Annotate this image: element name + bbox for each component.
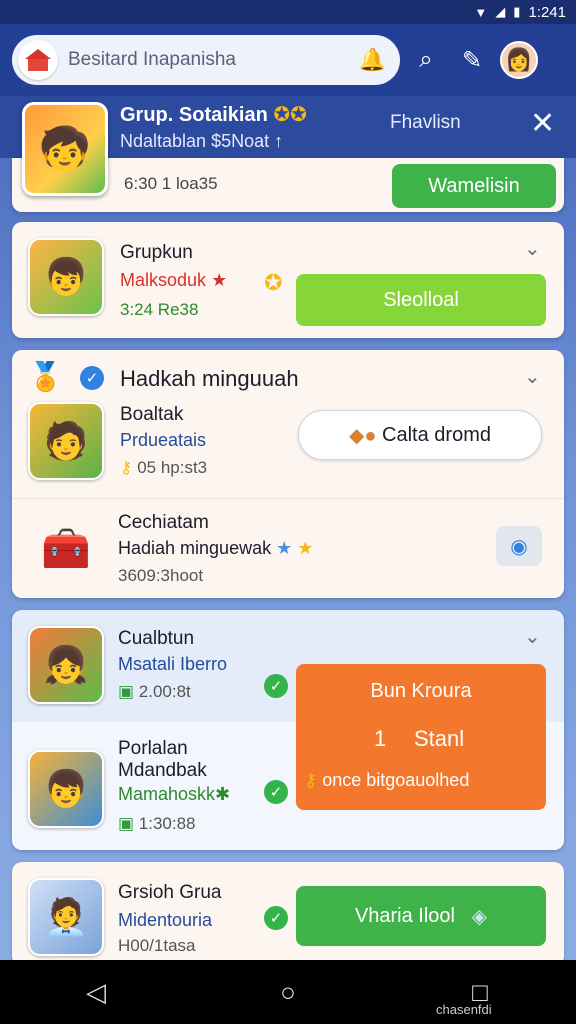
game-subtitle: Prdueatais [120, 430, 207, 450]
join-button[interactable]: Vharia Ilool ◈ [296, 886, 546, 946]
wifi-icon: ▼ [474, 4, 488, 20]
promo-count: 1 [374, 726, 387, 751]
game-meta: ▣ 2.00:8t [118, 682, 191, 701]
reward-name: Cechiatam [118, 512, 209, 533]
game-name: Porlalan [118, 738, 188, 759]
game-meta: 6:30 1 loa35 [124, 174, 218, 193]
battery-icon: ▮ [513, 4, 521, 19]
game-name: Cualbtun [118, 628, 195, 649]
search-icon[interactable]: ⌕ [406, 46, 446, 74]
game-thumbnail[interactable]: 🧑‍💼 [28, 878, 104, 956]
close-icon[interactable]: ✕ [530, 106, 555, 141]
back-icon[interactable]: ◁ [66, 977, 126, 1008]
arrow-up-icon: ↑ [274, 131, 284, 151]
game-subtitle: Malksoduk ★ [120, 270, 228, 290]
reward-action-button[interactable]: ◉ [496, 526, 542, 566]
game-meta: ⚷ 05 hp:st3 [120, 458, 208, 477]
check-icon: ✓ [264, 906, 288, 930]
chest-icon: 🧰 [41, 526, 91, 571]
game-thumbnail[interactable]: 👦 [28, 238, 104, 316]
game-name: Grupkun [120, 242, 193, 263]
promo-action[interactable]: Stanl [414, 726, 464, 752]
chevron-down-icon[interactable]: ⌄ [524, 364, 541, 389]
ticket-icon: ▣ [118, 814, 135, 833]
status-time: 1:241 [528, 3, 566, 21]
verified-icon: ✓ [80, 366, 104, 390]
game-thumbnail[interactable]: 👦 [28, 750, 104, 828]
nav-caption: chasenfdi [436, 1002, 492, 1017]
tools-icon[interactable]: ✎ [452, 46, 492, 75]
stars-icon: ✪✪ [273, 104, 307, 126]
banner-subtitle: Ndaltablan $5Noat ↑ [120, 131, 284, 151]
section-title: Hadkah minguuah [120, 366, 299, 391]
game-card-5: 🧑‍💼 Grsioh Grua Midentouria H00/1tasa ✓ … [12, 862, 564, 966]
game-name: Grsioh Grua [118, 882, 222, 903]
banner-title: Grup. Sotaikian ✪✪ [120, 104, 307, 126]
game-meta: ▣ 1:30:88 [118, 814, 196, 833]
status-bar: ▼ ◢ ▮ 1:241 [0, 0, 576, 24]
game-thumbnail[interactable]: 🧑 [28, 402, 104, 480]
promo-panel[interactable]: Bun Kroura 1 Stanl ⚷ once bitgoauolhed [296, 664, 546, 810]
check-icon: ✓ [264, 780, 288, 804]
promo-footer: ⚷ once bitgoauolhed [304, 770, 470, 790]
medal-icon: ✪ [264, 270, 283, 295]
reward-meta: 3609:3hoot [118, 566, 204, 585]
game-subtitle: Midentouria [118, 910, 213, 930]
app-logo [18, 40, 58, 80]
star-icon: ★ [297, 538, 314, 558]
claim-button[interactable]: ◆● Calta dromd [298, 410, 542, 460]
key-icon: ⚷ [120, 458, 133, 477]
signal-icon: ◢ [495, 4, 506, 19]
chevron-down-icon[interactable]: ⌄ [524, 236, 541, 261]
join-button[interactable]: Wamelisin [392, 164, 556, 208]
game-subtitle: Msatali Iberro [118, 654, 228, 674]
game-name-line2: Mdandbak [118, 760, 207, 781]
profile-avatar[interactable]: 👩 [500, 41, 538, 79]
game-name: Boaltak [120, 404, 184, 425]
trophy-icon: 🏅 [28, 361, 63, 392]
bell-icon[interactable]: 🔔 [359, 47, 386, 73]
cube-icon: ◈ [471, 905, 488, 928]
star-icon: ✱ [215, 784, 231, 804]
game-card-2: 👦 Grupkun Malksoduk ★ 3:24 Re38 ✪ ⌄ Sleo… [12, 222, 564, 338]
play-button[interactable]: Sleolloal [296, 274, 546, 326]
search-input[interactable]: Besitard Inapanisha [68, 49, 349, 71]
sparkle-icon: ★ [276, 538, 293, 558]
game-subtitle: Mamahoskk✱ [118, 784, 231, 804]
game-thumbnail-featured[interactable]: 🧒 [22, 102, 108, 196]
divider [12, 498, 564, 499]
game-card-3: 🏅 ✓ Hadkah minguuah ⌄ 🧑 Boaltak Prdueata… [12, 350, 564, 598]
promo-title: Bun Kroura [370, 680, 472, 702]
game-card-4: ⌄ 👧 Cualbtun Msatali Iberro ▣ 2.00:8t ✓ … [12, 610, 564, 850]
home-icon[interactable]: ○ [258, 977, 318, 1008]
game-thumbnail[interactable]: 👧 [28, 626, 104, 704]
game-meta: 3:24 Re38 [120, 300, 199, 319]
app-bar: Besitard Inapanisha 🔔 ⌕ ✎ 👩 [0, 24, 576, 96]
game-meta: H00/1tasa [118, 936, 196, 955]
check-icon: ✓ [264, 674, 288, 698]
reward-subtitle: Hadiah minguewak ★ ★ [118, 538, 314, 558]
star-icon: ★ [211, 270, 228, 290]
gift-icon: ◆● [349, 424, 377, 447]
ticket-icon: ▣ [118, 682, 135, 701]
key-icon: ⚷ [304, 770, 318, 790]
chevron-down-icon[interactable]: ⌄ [524, 624, 541, 649]
house-icon [25, 49, 51, 71]
search-bar[interactable]: Besitard Inapanisha 🔔 [12, 35, 400, 85]
banner-action-link[interactable]: Fhavlisn [390, 112, 461, 134]
